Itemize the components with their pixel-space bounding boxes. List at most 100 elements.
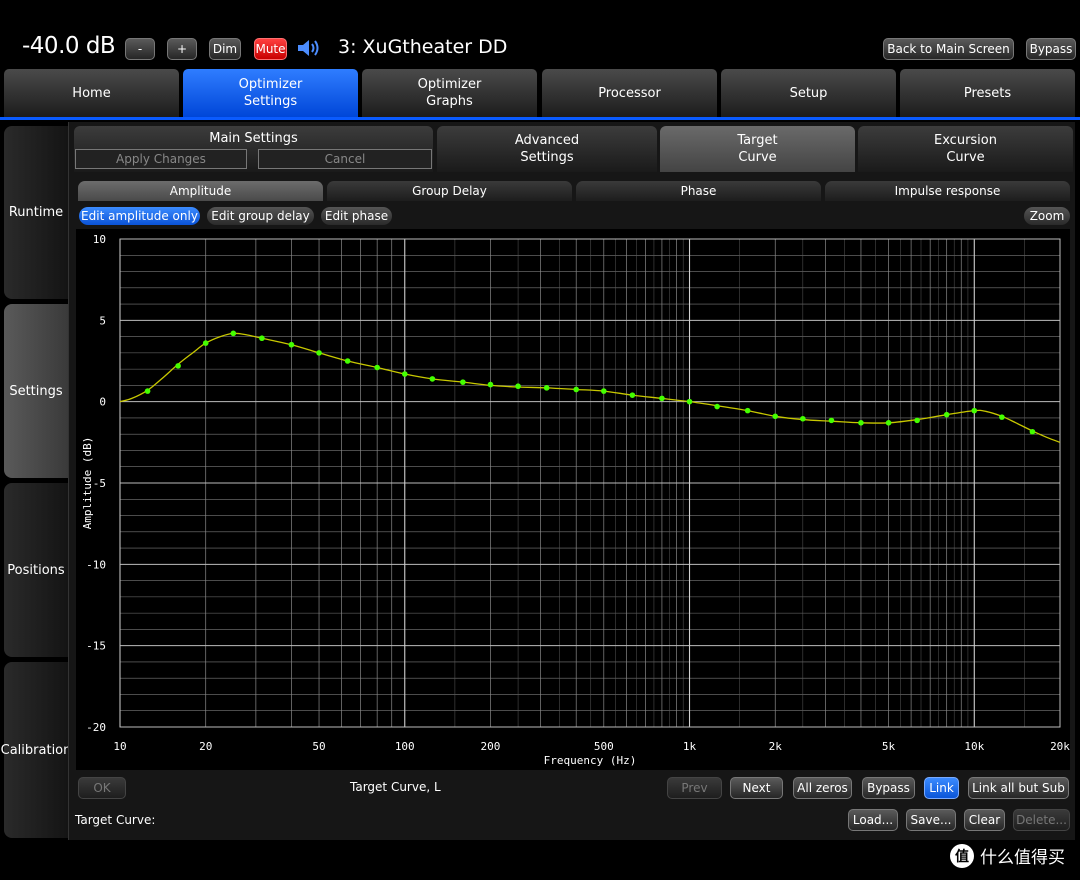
volume-down-button[interactable]: - — [125, 38, 155, 60]
x-tick-label: 10k — [964, 740, 984, 753]
tab-home[interactable]: Home — [4, 69, 179, 117]
delete-button[interactable]: Delete... — [1013, 809, 1070, 831]
sidebar-item-settings[interactable]: Settings — [4, 304, 68, 478]
curve-control-point[interactable] — [828, 417, 835, 424]
x-tick-label: 50 — [312, 740, 325, 753]
dim-button[interactable]: Dim — [209, 38, 241, 60]
bypass-button[interactable]: Bypass — [1026, 38, 1076, 60]
tab-processor[interactable]: Processor — [542, 69, 717, 117]
curve-control-point[interactable] — [230, 330, 237, 337]
volume-up-button[interactable]: + — [167, 38, 197, 60]
curve-control-point[interactable] — [971, 407, 978, 414]
curve-control-point[interactable] — [316, 350, 322, 356]
sidebar-item-runtime[interactable]: Runtime — [4, 126, 68, 299]
x-tick-label: 20k — [1050, 740, 1070, 753]
tab-advanced-settings[interactable]: Advanced Settings — [437, 126, 657, 172]
mute-button[interactable]: Mute — [254, 38, 287, 60]
graph-tab-phase[interactable]: Phase — [576, 181, 821, 201]
x-tick-label: 500 — [594, 740, 614, 753]
x-tick-label: 1k — [683, 740, 697, 753]
curve-control-point[interactable] — [259, 335, 265, 342]
x-tick-label: 100 — [395, 740, 415, 753]
curve-control-point[interactable] — [943, 411, 950, 418]
curve-control-point[interactable] — [744, 407, 751, 414]
amplitude-chart[interactable]: 1050-5-10-15-20 10 20 50 100 200 500 1k 2k 5k 10k… — [76, 229, 1070, 770]
curve-control-point[interactable] — [144, 388, 151, 394]
y-tick-label: -20 — [86, 721, 106, 734]
curve-control-point[interactable] — [629, 392, 636, 398]
target-curve-file-label: Target Curve: — [75, 813, 156, 827]
tab-underline — [0, 117, 1080, 120]
graph-tab-group-delay[interactable]: Group Delay — [327, 181, 572, 201]
tab-target-curve[interactable]: Target Curve — [660, 126, 855, 172]
curve-control-point[interactable] — [772, 413, 779, 420]
sidebar-item-positions[interactable]: Positions — [4, 483, 68, 657]
curve-control-point[interactable] — [885, 420, 892, 426]
curve-bypass-button[interactable]: Bypass — [862, 777, 915, 799]
main-tab-bar: Home Optimizer Settings Optimizer Graphs… — [4, 69, 1080, 117]
sidebar-item-calibration[interactable]: Calibration — [1, 662, 71, 838]
curve-control-point[interactable] — [1029, 428, 1036, 435]
volume-readout: -40.0 dB — [22, 33, 116, 59]
graph-tab-impulse-response[interactable]: Impulse response — [825, 181, 1070, 201]
save-button[interactable]: Save... — [906, 809, 956, 831]
all-zeros-button[interactable]: All zeros — [793, 777, 852, 799]
x-tick-label: 2k — [769, 740, 783, 753]
x-tick-label: 5k — [882, 740, 896, 753]
curve-control-point[interactable] — [600, 388, 607, 394]
edit-phase-button[interactable]: Edit phase — [321, 207, 392, 225]
apply-changes-button[interactable]: Apply Changes — [75, 149, 247, 169]
prev-button[interactable]: Prev — [667, 777, 722, 799]
preset-title: 3: XuGtheater DD — [338, 36, 508, 58]
clear-button[interactable]: Clear — [964, 809, 1005, 831]
curve-control-point[interactable] — [202, 340, 209, 346]
zoom-button[interactable]: Zoom — [1024, 207, 1070, 225]
amplitude-chart-area: 10 5 0 -5 -10 -15 -20 10 20 50 100 200 500 1k 2k 5k 10k… — [76, 229, 1070, 770]
curve-control-point[interactable] — [543, 385, 550, 391]
curve-control-point[interactable] — [487, 381, 494, 388]
graph-tab-amplitude[interactable]: Amplitude — [78, 181, 323, 201]
curve-control-point[interactable] — [175, 363, 181, 369]
watermark-text: 什么值得买 — [980, 848, 1065, 868]
next-button[interactable]: Next — [730, 777, 783, 799]
curve-control-point[interactable] — [659, 395, 665, 402]
curve-control-point[interactable] — [914, 417, 920, 424]
curve-control-point[interactable] — [686, 398, 693, 405]
x-axis-label: Frequency (Hz) — [544, 754, 637, 767]
link-button[interactable]: Link — [924, 777, 959, 799]
y-tick-label: 0 — [99, 396, 106, 409]
y-tick-label: 5 — [99, 314, 106, 327]
curve-control-point[interactable] — [429, 376, 436, 382]
y-tick-label: -10 — [86, 558, 106, 571]
speaker-icon[interactable] — [297, 38, 323, 58]
tab-presets[interactable]: Presets — [900, 69, 1075, 117]
curve-control-point[interactable] — [714, 403, 720, 410]
curve-control-point[interactable] — [460, 379, 466, 385]
curve-control-point[interactable] — [344, 358, 351, 364]
curve-control-point[interactable] — [374, 364, 380, 371]
curve-control-point[interactable] — [288, 341, 295, 348]
ok-button[interactable]: OK — [78, 777, 126, 799]
curve-control-point[interactable] — [401, 371, 408, 377]
y-tick-label: -5 — [93, 477, 106, 490]
watermark-logo-icon: 值 — [950, 843, 974, 868]
curve-control-point[interactable] — [858, 420, 864, 426]
cancel-button[interactable]: Cancel — [258, 149, 432, 169]
curve-control-point[interactable] — [999, 414, 1005, 420]
main-settings-label: Main Settings — [209, 131, 298, 146]
edit-amplitude-only-button[interactable]: Edit amplitude only — [79, 207, 200, 225]
link-all-but-sub-button[interactable]: Link all but Sub — [968, 777, 1069, 799]
tab-optimizer-graphs[interactable]: Optimizer Graphs — [362, 69, 537, 117]
watermark: 值 什么值得买 — [950, 843, 1065, 868]
curve-control-point[interactable] — [800, 415, 806, 422]
tab-setup[interactable]: Setup — [721, 69, 896, 117]
tab-excursion-curve[interactable]: Excursion Curve — [858, 126, 1073, 172]
curve-control-point[interactable] — [515, 383, 521, 390]
edit-group-delay-button[interactable]: Edit group delay — [207, 207, 314, 225]
load-button[interactable]: Load... — [848, 809, 898, 831]
target-curve-line — [119, 332, 1061, 443]
back-to-main-screen-button[interactable]: Back to Main Screen — [883, 38, 1014, 60]
y-tick-label: -15 — [86, 640, 106, 653]
tab-optimizer-settings[interactable]: Optimizer Settings — [183, 69, 358, 117]
curve-control-point[interactable] — [573, 386, 580, 393]
